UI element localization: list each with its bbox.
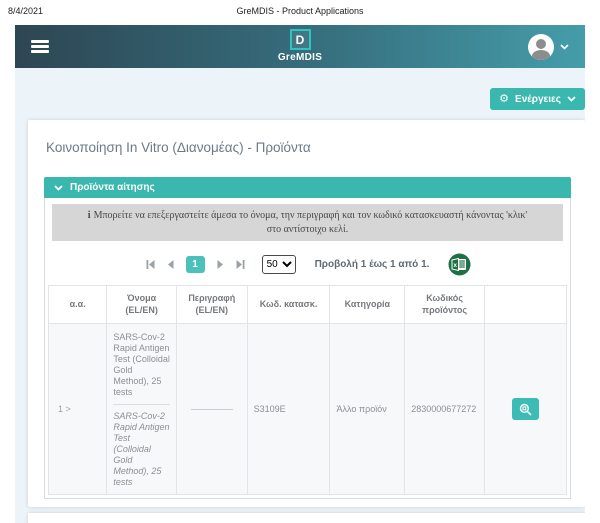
empty-description-divider (191, 409, 233, 410)
actions-cell (485, 324, 567, 495)
print-page-title: GreMDIS - Product Applications (0, 6, 600, 16)
header-name: Όνομα (EL/EN) (107, 286, 177, 324)
header-product-code: Κωδικός προϊόντος (405, 286, 485, 324)
last-page-icon (235, 259, 246, 270)
header-category: Κατηγορία (330, 286, 405, 324)
avatar[interactable] (528, 34, 554, 60)
first-page-button[interactable] (144, 259, 157, 270)
name-cell[interactable]: SARS-Cov-2 Rapid Antigen Test (Colloidal… (107, 324, 177, 495)
app-window: D GreMDIS ⚙ Ενέργειες Κοινοποίηση In Vit… (15, 25, 585, 523)
brand-name: GreMDIS (278, 52, 322, 63)
header-description: Περιγραφή (EL/EN) (176, 286, 247, 324)
main-card: Κοινοποίηση In Vitro (Διανομέας) - Προϊό… (28, 120, 585, 507)
browser-print-header: 8/4/2021 GreMDIS - Product Applications (0, 0, 600, 25)
actions-button[interactable]: ⚙ Ενέργειες (490, 88, 585, 110)
info-icon: i (88, 210, 91, 221)
first-page-icon (145, 259, 156, 270)
products-panel: Προϊόντα αίτησης iΜπορείτε να επεξεργαστ… (44, 177, 571, 499)
menu-hamburger-icon[interactable] (31, 40, 49, 53)
next-page-icon (215, 259, 226, 270)
table-row: 1 > SARS-Cov-2 Rapid Antigen Test (Collo… (49, 324, 567, 495)
name-divider (113, 404, 170, 405)
chevron-down-icon (560, 44, 569, 50)
table-header-row: α.α. Όνομα (EL/EN) Περιγραφή (EL/EN) Κωδ… (49, 286, 567, 324)
header-actions (485, 286, 567, 324)
pagination-summary: Προβολή 1 έως 1 από 1. (315, 259, 430, 270)
page-title: Κοινοποίηση In Vitro (Διανομέας) - Προϊό… (46, 140, 571, 155)
chevron-down-icon (567, 96, 576, 102)
products-panel-body: iΜπορείτε να επεξεργαστείτε άμεσα το όνο… (44, 198, 571, 499)
export-excel-button[interactable]: x (448, 253, 471, 276)
svg-text:x: x (454, 262, 458, 269)
brand-logo: D GreMDIS (15, 29, 585, 63)
prev-page-button[interactable] (164, 259, 177, 270)
user-menu[interactable] (528, 34, 569, 60)
gears-icon: ⚙ (499, 94, 509, 105)
manufacturer-code-cell[interactable]: S3109E (247, 324, 330, 495)
actions-button-label: Ενέργειες (515, 94, 561, 105)
page-number-button[interactable]: 1 (186, 256, 205, 273)
info-message: iΜπορείτε να επεξεργαστείτε άμεσα το όνο… (52, 204, 563, 241)
description-cell[interactable] (176, 324, 247, 495)
header-index: α.α. (49, 286, 107, 324)
products-table: α.α. Όνομα (EL/EN) Περιγραφή (EL/EN) Κωδ… (48, 285, 567, 495)
logo-d-icon: D (290, 29, 311, 50)
next-page-button[interactable] (214, 259, 227, 270)
category-cell: Άλλο προϊόν (330, 324, 405, 495)
info-text: Μπορείτε να επεξεργαστείτε άμεσα το όνομ… (94, 210, 528, 235)
panel-title: Προϊόντα αίτησης (70, 182, 155, 193)
name-el-text: SARS-Cov-2 Rapid Antigen Test (Colloidal… (113, 332, 170, 398)
prev-page-icon (165, 259, 176, 270)
view-product-button[interactable] (512, 398, 539, 420)
top-navbar: D GreMDIS (15, 25, 585, 68)
pagination-bar: 1 50 (48, 245, 567, 285)
row-index-cell: 1 > (49, 324, 107, 495)
product-code-cell: 2830000677272 (405, 324, 485, 495)
next-section-card (28, 513, 585, 523)
page-size-select[interactable]: 50 (262, 255, 296, 274)
header-manufacturer-code: Κωδ. κατασκ. (247, 286, 330, 324)
last-page-button[interactable] (234, 259, 247, 270)
products-panel-header[interactable]: Προϊόντα αίτησης (44, 177, 571, 198)
magnifier-icon (519, 403, 532, 416)
excel-icon: x (448, 253, 471, 276)
page-background: ⚙ Ενέργειες Κοινοποίηση In Vitro (Διανομ… (15, 68, 585, 523)
name-en-text: SARS-Cov-2 Rapid Antigen Test (Colloidal… (113, 411, 170, 488)
actions-toolbar: ⚙ Ενέργειες (15, 68, 585, 110)
collapse-chevron-icon (54, 185, 63, 191)
